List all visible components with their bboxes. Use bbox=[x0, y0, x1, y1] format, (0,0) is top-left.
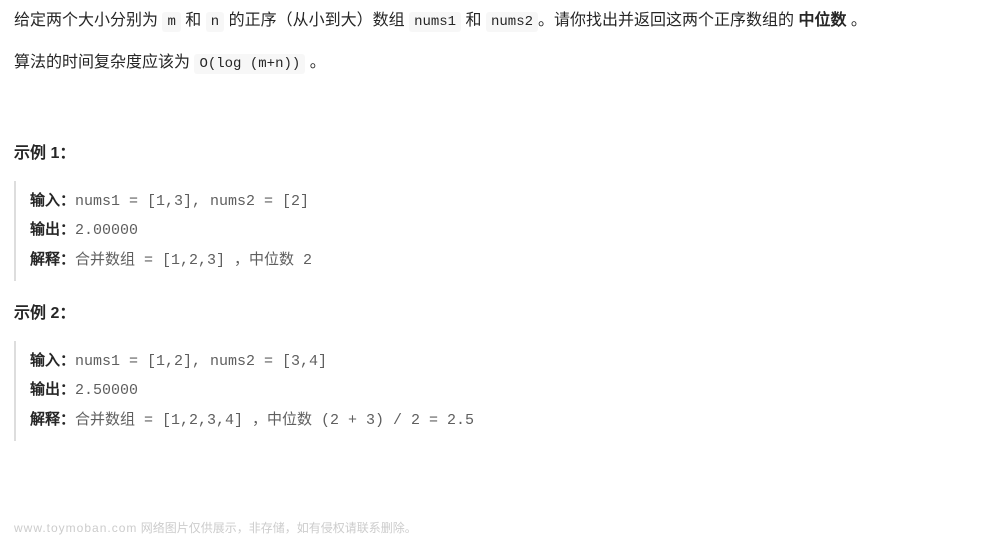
code-m: m bbox=[162, 12, 180, 32]
example-2-title: 示例 2： bbox=[14, 301, 986, 327]
example-2-input: nums1 = [1,2], nums2 = [3,4] bbox=[75, 353, 327, 370]
output-label: 输出： bbox=[30, 221, 75, 238]
example-1-block: 输入：nums1 = [1,3], nums2 = [2] 输出：2.00000… bbox=[14, 181, 986, 282]
bold-median: 中位数 bbox=[798, 12, 846, 29]
watermark-note: 网络图片仅供展示，非存储，如有侵权请联系删除。 bbox=[137, 521, 416, 535]
text: 算法的时间复杂度应该为 bbox=[14, 54, 194, 71]
code-nums2: nums2 bbox=[486, 12, 538, 32]
text: 和 bbox=[181, 12, 206, 29]
code-nums1: nums1 bbox=[409, 12, 461, 32]
problem-paragraph-2: 算法的时间复杂度应该为 O(log (m+n)) 。 bbox=[14, 50, 986, 76]
code-n: n bbox=[206, 12, 224, 32]
example-2-block: 输入：nums1 = [1,2], nums2 = [3,4] 输出：2.500… bbox=[14, 341, 986, 442]
example-1-output: 2.00000 bbox=[75, 222, 138, 239]
explain-label: 解释： bbox=[30, 411, 75, 428]
explain-label: 解释： bbox=[30, 251, 75, 268]
spacer bbox=[14, 91, 986, 121]
text: 给定两个大小分别为 bbox=[14, 12, 162, 29]
input-label: 输入： bbox=[30, 352, 75, 369]
text: 。 bbox=[305, 54, 325, 71]
output-label: 输出： bbox=[30, 381, 75, 398]
code-complexity: O(log (m+n)) bbox=[194, 54, 305, 74]
watermark: www.toymoban.com 网络图片仅供展示，非存储，如有侵权请联系删除。 bbox=[14, 519, 417, 538]
example-2-explain: 合并数组 = [1,2,3,4] ，中位数 (2 + 3) / 2 = 2.5 bbox=[75, 412, 474, 429]
example-1-explain: 合并数组 = [1,2,3] ，中位数 2 bbox=[75, 252, 312, 269]
text: 的正序（从小到大）数组 bbox=[224, 12, 409, 29]
watermark-domain: www.toymoban.com bbox=[14, 521, 137, 535]
text: 。 bbox=[846, 12, 866, 29]
input-label: 输入： bbox=[30, 192, 75, 209]
text: 和 bbox=[461, 12, 486, 29]
example-2-output: 2.50000 bbox=[75, 382, 138, 399]
example-1-title: 示例 1： bbox=[14, 141, 986, 167]
text: 。请你找出并返回这两个正序数组的 bbox=[538, 12, 798, 29]
example-1-input: nums1 = [1,3], nums2 = [2] bbox=[75, 193, 309, 210]
problem-paragraph-1: 给定两个大小分别为 m 和 n 的正序（从小到大）数组 nums1 和 nums… bbox=[14, 8, 986, 34]
